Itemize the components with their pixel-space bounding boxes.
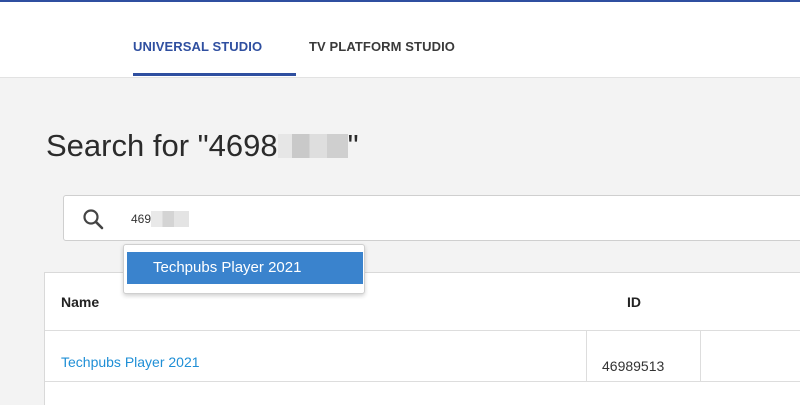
search-suggestions: Techpubs Player 2021 <box>123 244 365 294</box>
column-header-id[interactable]: ID <box>627 294 641 310</box>
suggestion-item[interactable]: Techpubs Player 2021 <box>127 252 363 284</box>
tab-universal-studio[interactable]: UNIVERSAL STUDIO <box>133 39 262 54</box>
active-tab-indicator <box>133 73 296 76</box>
page-title-text: Search for "4698 <box>46 128 278 163</box>
result-id: 46989513 <box>602 358 665 374</box>
row-divider <box>45 381 800 382</box>
result-name-link[interactable]: Techpubs Player 2021 <box>61 354 200 370</box>
table-row: Techpubs Player 2021 46989513 <box>45 331 800 381</box>
page-title-quote: " <box>347 128 359 163</box>
tab-bar: UNIVERSAL STUDIO TV PLATFORM STUDIO <box>0 2 800 78</box>
redacted-blur <box>151 211 190 227</box>
search-input-value: 469 <box>131 211 190 227</box>
redacted-blur <box>277 134 348 158</box>
search-input[interactable]: 469 <box>63 195 800 241</box>
column-divider <box>700 331 701 381</box>
column-divider <box>586 331 587 381</box>
search-icon[interactable] <box>82 208 104 230</box>
tab-tv-platform-studio[interactable]: TV PLATFORM STUDIO <box>309 39 455 54</box>
column-header-name[interactable]: Name <box>61 294 99 310</box>
page-title: Search for "4698 " <box>46 128 359 164</box>
